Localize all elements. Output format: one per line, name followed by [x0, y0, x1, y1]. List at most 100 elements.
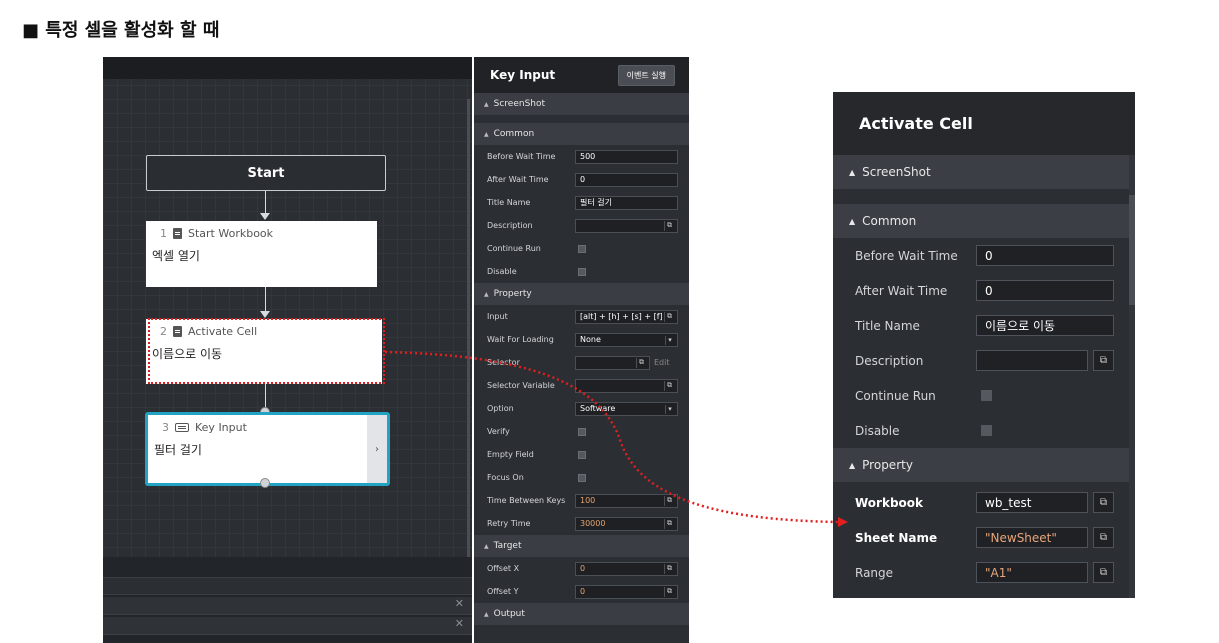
after-wait-time-row: After Wait Time 0 — [474, 168, 689, 191]
close-icon[interactable]: ✕ — [455, 617, 464, 630]
disable-checkbox[interactable] — [981, 425, 992, 436]
node-output-port[interactable] — [260, 478, 270, 488]
selector-variable-row: Selector Variable ⧉ — [474, 374, 689, 397]
section-label: Property — [862, 458, 913, 472]
description-input[interactable]: ⧉ — [575, 218, 678, 233]
option-row: Option Software ▾ — [474, 397, 689, 420]
external-edit-icon[interactable]: ⧉ — [1093, 562, 1114, 583]
before-wait-time-input[interactable]: 0 — [976, 245, 1114, 266]
field-label: Offset X — [487, 564, 520, 573]
start-node[interactable]: Start — [146, 155, 386, 191]
external-edit-icon[interactable]: ⧉ — [1093, 527, 1114, 548]
empty-field-checkbox[interactable] — [578, 450, 586, 459]
field-label: Focus On — [487, 473, 524, 482]
field-value: 0 — [580, 564, 586, 573]
field-label: Continue Run — [487, 244, 541, 253]
page-heading: ■ 특정 셀을 활성화 할 때 — [22, 20, 220, 41]
collapse-icon: ▲ — [849, 216, 856, 226]
selector-variable-input[interactable]: ⧉ — [575, 378, 678, 393]
empty-field-row: Empty Field — [474, 443, 689, 466]
connector-arrow-icon — [260, 213, 270, 220]
node-name: Start Workbook — [188, 227, 274, 240]
offset-x-input[interactable]: 0 ⧉ — [575, 561, 678, 576]
before-wait-time-input[interactable]: 500 — [575, 149, 678, 164]
offset-y-input[interactable]: 0 ⧉ — [575, 584, 678, 599]
section-label: Common — [493, 129, 535, 139]
flow-node-activate-cell[interactable]: 2 Activate Cell 이름으로 이동 — [146, 319, 382, 384]
after-wait-time-input[interactable]: 0 — [976, 280, 1114, 301]
verify-checkbox[interactable] — [578, 427, 586, 436]
section-output[interactable]: ▲ Output — [474, 603, 689, 625]
selector-edit-button[interactable]: Edit — [654, 358, 670, 367]
external-edit-icon[interactable]: ⧉ — [1093, 492, 1114, 513]
option-select[interactable]: Software ▾ — [575, 401, 678, 416]
field-label: Wait For Loading — [487, 335, 554, 344]
key-input-field[interactable]: [alt] + [h] + [s] + [f] ⧉ — [575, 309, 678, 324]
field-label: Description — [855, 353, 924, 368]
canvas-scrollbar[interactable] — [467, 99, 470, 599]
sheet-name-input[interactable]: "NewSheet" — [976, 527, 1088, 548]
excel-file-icon — [173, 326, 182, 337]
activate-cell-properties-panel: Activate Cell ▲ ScreenShot ▲ Common Befo… — [833, 92, 1135, 598]
focus-on-checkbox[interactable] — [578, 473, 586, 482]
selector-input[interactable]: ⧉ — [575, 355, 650, 370]
external-edit-icon[interactable]: ⧉ — [664, 495, 674, 506]
flow-node-start-workbook[interactable]: 1 Start Workbook 엑셀 열기 — [146, 221, 377, 287]
section-screenshot[interactable]: ▲ ScreenShot — [833, 155, 1135, 189]
external-edit-icon[interactable]: ⧉ — [636, 357, 646, 368]
workbook-input[interactable]: wb_test — [976, 492, 1088, 513]
external-edit-icon[interactable]: ⧉ — [664, 586, 674, 597]
section-common[interactable]: ▲ Common — [833, 204, 1135, 238]
wait-for-loading-row: Wait For Loading None ▾ — [474, 328, 689, 351]
continue-run-row: Continue Run — [833, 378, 1135, 413]
continue-run-checkbox[interactable] — [578, 244, 586, 253]
after-wait-time-input[interactable]: 0 — [575, 172, 678, 187]
sheet-name-row: Sheet Name "NewSheet" ⧉ — [833, 520, 1135, 555]
external-edit-icon[interactable]: ⧉ — [664, 563, 674, 574]
section-target[interactable]: ▲ Target — [474, 535, 689, 557]
after-wait-time-row: After Wait Time 0 — [833, 273, 1135, 308]
node-number: 1 — [160, 227, 167, 240]
node-title: 3 Key Input — [162, 421, 247, 434]
keyboard-icon — [175, 423, 189, 432]
description-input[interactable] — [976, 350, 1088, 371]
run-event-button[interactable]: 이벤트 실행 — [617, 64, 675, 86]
panel-scrollbar[interactable] — [1129, 155, 1135, 598]
retry-time-input[interactable]: 30000 ⧉ — [575, 516, 678, 531]
workbook-row: Workbook wb_test ⧉ — [833, 485, 1135, 520]
field-label: After Wait Time — [487, 175, 549, 184]
section-property[interactable]: ▲ Property — [474, 283, 689, 305]
output-pane-row: ✕ — [103, 617, 472, 635]
flow-canvas[interactable]: Start 1 Start Workbook 엑셀 열기 2 Activate … — [103, 57, 472, 643]
external-edit-icon[interactable]: ⧉ — [1093, 350, 1114, 371]
section-screenshot[interactable]: ▲ ScreenShot — [474, 93, 689, 115]
disable-checkbox[interactable] — [578, 267, 586, 276]
collapse-icon: ▲ — [484, 542, 489, 550]
external-edit-icon[interactable]: ⧉ — [664, 220, 674, 231]
section-property[interactable]: ▲ Property — [833, 448, 1135, 482]
external-edit-icon[interactable]: ⧉ — [664, 518, 674, 529]
wait-for-loading-select[interactable]: None ▾ — [575, 332, 678, 347]
continue-run-checkbox[interactable] — [981, 390, 992, 401]
field-label: Sheet Name — [855, 530, 938, 545]
time-between-keys-input[interactable]: 100 ⧉ — [575, 493, 678, 508]
field-label: Description — [487, 221, 533, 230]
close-icon[interactable]: ✕ — [455, 597, 464, 610]
section-label: ScreenShot — [862, 165, 931, 179]
external-edit-icon[interactable]: ⧉ — [664, 311, 674, 322]
verify-row: Verify — [474, 420, 689, 443]
node-subtitle: 이름으로 이동 — [152, 347, 223, 361]
range-input[interactable]: "A1" — [976, 562, 1088, 583]
field-label: Selector — [487, 358, 520, 367]
scrollbar-thumb[interactable] — [1129, 195, 1135, 305]
field-label: Option — [487, 404, 514, 413]
external-edit-icon[interactable]: ⧉ — [664, 380, 674, 391]
panel-title: Activate Cell — [833, 92, 1135, 155]
title-name-input[interactable]: 이름으로 이동 — [976, 315, 1114, 336]
continue-run-row: Continue Run — [474, 237, 689, 260]
expand-node-button[interactable]: › — [367, 415, 387, 483]
section-common[interactable]: ▲ Common — [474, 123, 689, 145]
time-between-keys-row: Time Between Keys 100 ⧉ — [474, 489, 689, 512]
title-name-input[interactable]: 필터 걸기 — [575, 195, 678, 210]
flow-node-key-input[interactable]: 3 Key Input 필터 걸기 › — [145, 412, 390, 486]
